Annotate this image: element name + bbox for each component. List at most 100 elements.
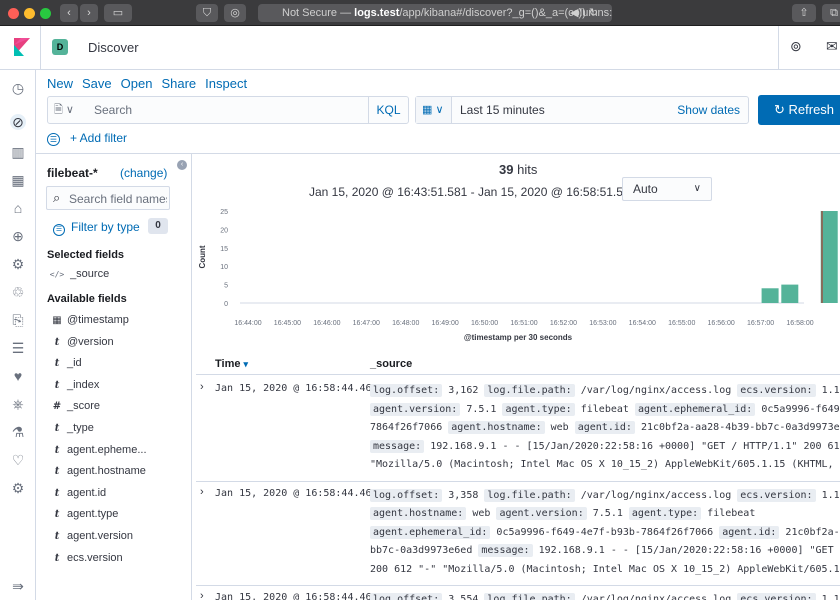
source-key: agent.id: bbox=[719, 525, 780, 539]
filter-by-type-button[interactable]: ☰ Filter by type bbox=[53, 220, 140, 236]
index-pattern-name: filebeat-* bbox=[47, 166, 98, 180]
field-search-input[interactable]: ⌕ Search field names bbox=[46, 186, 170, 210]
uptime-icon[interactable]: ♥ bbox=[10, 368, 26, 384]
table-row[interactable]: › Jan 15, 2020 @ 16:58:44.460 log.offset: … bbox=[196, 377, 840, 482]
field-item[interactable]: t agent.id bbox=[47, 487, 106, 505]
hits-counter: 39 hits bbox=[499, 162, 537, 177]
dashboard-icon[interactable]: ▦ bbox=[10, 172, 26, 188]
calendar-icon[interactable]: ▦ ∨ bbox=[416, 97, 452, 123]
menu-share[interactable]: Share bbox=[161, 76, 196, 91]
header-divider-right bbox=[778, 26, 779, 70]
help-icon[interactable]: ⊚ bbox=[790, 38, 802, 55]
kibana-logo-icon[interactable] bbox=[14, 38, 30, 56]
ml-icon[interactable]: ⚙ bbox=[10, 256, 26, 272]
field-item[interactable]: t _id bbox=[47, 357, 82, 375]
menu-open[interactable]: Open bbox=[121, 76, 153, 91]
maps-icon[interactable]: ⊕ bbox=[10, 228, 26, 244]
source-value: 1.1.0 bbox=[821, 594, 840, 600]
space-avatar[interactable]: D bbox=[52, 39, 68, 55]
menu-inspect[interactable]: Inspect bbox=[205, 76, 247, 91]
field-item[interactable]: t ecs.version bbox=[47, 552, 123, 570]
time-picker[interactable]: ▦ ∨ Last 15 minutes Show dates bbox=[415, 96, 749, 124]
refresh-button[interactable]: ↻ Refresh bbox=[758, 95, 840, 125]
privacy-report-icon[interactable]: ◎ bbox=[224, 4, 246, 22]
management-gear-icon[interactable]: ⚙ bbox=[10, 480, 26, 496]
time-column-header[interactable]: Time ▾ bbox=[215, 358, 248, 370]
menu-new[interactable]: New bbox=[47, 76, 73, 91]
source-value: filebeat bbox=[707, 508, 756, 519]
minimize-window-button[interactable] bbox=[24, 8, 35, 19]
field-item[interactable]: t agent.epheme... bbox=[47, 444, 147, 462]
sidebar-divider bbox=[191, 154, 192, 600]
back-icon[interactable]: ‹ bbox=[60, 4, 78, 22]
expand-row-icon[interactable]: › bbox=[200, 486, 204, 498]
field-item[interactable]: t agent.type bbox=[47, 508, 119, 526]
filter-options-icon[interactable]: ☰ bbox=[47, 133, 60, 146]
table-row[interactable]: › Jan 15, 2020 @ 16:58:44.460 log.offset: … bbox=[196, 586, 840, 600]
zoom-window-button[interactable] bbox=[40, 8, 51, 19]
x-tick-label: 16:52:00 bbox=[550, 320, 577, 327]
monitoring-icon[interactable]: ♡ bbox=[10, 452, 26, 468]
field-name: agent.type bbox=[67, 508, 119, 521]
field-item[interactable]: t agent.version bbox=[47, 530, 133, 548]
source-key: agent.hostname: bbox=[370, 507, 467, 520]
search-input[interactable]: Search bbox=[94, 103, 132, 117]
expand-row-icon[interactable]: › bbox=[200, 590, 204, 600]
canvas-icon[interactable]: ⌂ bbox=[10, 200, 26, 216]
source-value: 3,554 bbox=[448, 594, 479, 600]
menu-save[interactable]: Save bbox=[82, 76, 112, 91]
logs-icon[interactable]: ⎘ bbox=[10, 312, 26, 328]
source-line: agent.ephemeral_id: 0c5a9996-f649-4e7f-b… bbox=[370, 524, 840, 543]
infrastructure-icon[interactable]: ☰ bbox=[10, 340, 26, 356]
left-nav: ◷ ⊘ ▥ ▦ ⌂ ⊕ ⚙ ♲ ⎘ ☰ ♥ ⎈ ⚗ ♡ ⚙ ⇛ bbox=[0, 70, 36, 600]
string-type-icon: t bbox=[54, 466, 60, 478]
url-prefix: Not Secure — bbox=[282, 7, 355, 19]
forward-icon[interactable]: › bbox=[80, 4, 98, 22]
query-bar[interactable]: 🗎 ∨ Search KQL bbox=[47, 96, 409, 124]
y-axis-label: Count bbox=[198, 245, 207, 268]
field-item[interactable]: t agent.hostname bbox=[47, 465, 146, 483]
source-value: filebeat bbox=[580, 403, 629, 415]
recent-clock-icon[interactable]: ◷ bbox=[10, 80, 26, 96]
sidebar-toggle-icon[interactable]: ▭ bbox=[104, 4, 132, 22]
source-value: 0c5a9996-f649-4e7f-b93b- bbox=[761, 403, 840, 415]
shield-icon[interactable]: ⛉ bbox=[196, 4, 218, 22]
tabs-icon[interactable]: ⧉ bbox=[822, 4, 840, 22]
apm-icon[interactable]: ⎈ bbox=[10, 396, 26, 412]
change-index-pattern-link[interactable]: (change) bbox=[120, 166, 167, 180]
field-item[interactable]: </> _source bbox=[47, 268, 109, 286]
siem-icon[interactable]: ♲ bbox=[10, 284, 26, 300]
sort-down-icon[interactable]: ▾ bbox=[244, 359, 249, 369]
field-item[interactable]: ▦ @timestamp bbox=[47, 314, 129, 332]
share-icon[interactable]: ⇧ bbox=[792, 4, 816, 22]
visualize-icon[interactable]: ▥ bbox=[10, 144, 26, 160]
time-range-label[interactable]: Last 15 minutes bbox=[460, 103, 545, 117]
source-key: log.offset: bbox=[370, 488, 443, 502]
date-type-icon: ▦ bbox=[52, 315, 62, 326]
dev-tools-icon[interactable]: ⚗ bbox=[10, 424, 26, 440]
kql-toggle-button[interactable]: KQL bbox=[368, 97, 408, 123]
expand-row-icon[interactable]: › bbox=[200, 381, 204, 393]
show-dates-button[interactable]: Show dates bbox=[677, 103, 740, 117]
add-filter-button[interactable]: + Add filter bbox=[70, 131, 127, 145]
mail-icon[interactable]: ✉ bbox=[826, 38, 838, 55]
field-item[interactable]: t @version bbox=[47, 336, 114, 354]
field-item[interactable]: # _score bbox=[47, 400, 100, 418]
collapse-nav-icon[interactable]: ⇛ bbox=[10, 578, 26, 594]
table-row[interactable]: › Jan 15, 2020 @ 16:58:44.460 log.offset: … bbox=[196, 482, 840, 586]
source-line: log.offset: 3,358 log.file.path: /var/lo… bbox=[370, 487, 840, 506]
x-tick-label: 16:57:00 bbox=[747, 320, 774, 327]
interval-select[interactable]: Auto ∨ bbox=[622, 177, 712, 201]
source-value: 200 612 "-" "Mozilla/5.0 (Macintosh; Int… bbox=[370, 563, 840, 575]
close-window-button[interactable] bbox=[8, 8, 19, 19]
field-item[interactable]: t _type bbox=[47, 422, 94, 440]
saved-query-icon[interactable]: 🗎 ∨ bbox=[48, 97, 84, 123]
field-item[interactable]: t _index bbox=[47, 379, 100, 397]
collapse-sidebar-icon[interactable]: ‹ bbox=[177, 160, 187, 170]
audio-icon[interactable]: ◀)) ↻ bbox=[570, 4, 598, 22]
histogram-chart: 0 5 10 15 20 25 Count 16:44:00 16:45:00 16:46:00 1… bbox=[198, 209, 838, 342]
source-value: 7.5.1 bbox=[592, 508, 623, 519]
discover-compass-icon[interactable]: ⊘ bbox=[10, 114, 26, 130]
string-type-icon: t bbox=[54, 509, 60, 521]
address-bar[interactable]: Not Secure — logs.test/app/kibana#/disco… bbox=[258, 4, 612, 22]
